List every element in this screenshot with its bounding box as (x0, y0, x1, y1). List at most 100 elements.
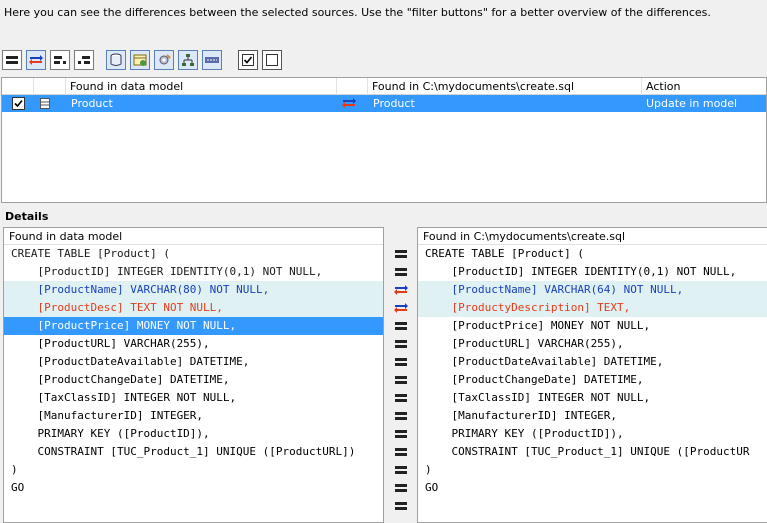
equal-icon (394, 482, 408, 494)
code-line[interactable]: ) (418, 461, 767, 479)
table-icon (40, 98, 50, 109)
code-line[interactable]: [ProductID] INTEGER IDENTITY(0,1) NOT NU… (4, 263, 383, 281)
row-action: Update in model (646, 97, 738, 110)
header-file[interactable]: Found in C:\mydocuments\create.sql (368, 78, 642, 95)
header-model[interactable]: Found in data model (66, 78, 337, 95)
tree-icon[interactable] (178, 50, 198, 70)
equal-icon (394, 410, 408, 422)
code-text: [ManufacturerID] INTEGER, (11, 409, 204, 422)
code-line[interactable]: [ProductID] INTEGER IDENTITY(0,1) NOT NU… (418, 263, 767, 281)
code-line[interactable]: [ManufacturerID] INTEGER, (418, 407, 767, 425)
only-left-filter-icon[interactable] (50, 50, 70, 70)
code-line[interactable]: [TaxClassID] INTEGER NOT NULL, (4, 389, 383, 407)
equal-icon (394, 356, 408, 368)
differences-filter-icon[interactable] (26, 50, 46, 70)
code-line-changed[interactable]: [ProductName] VARCHAR(80) NOT NULL, (4, 281, 383, 299)
code-text: [ProductURL] VARCHAR(255), (425, 337, 624, 350)
equal-icon (394, 500, 408, 512)
equal-icon (394, 446, 408, 458)
code-text: [ProductName] VARCHAR(64) NOT NULL, (425, 283, 684, 296)
code-line[interactable]: [ProductPrice] MONEY NOT NULL, (418, 317, 767, 335)
code-text: PRIMARY KEY ([ProductID]), (11, 427, 210, 440)
equal-icon (394, 428, 408, 440)
code-text: ) (11, 463, 18, 476)
equal-icon (394, 266, 408, 278)
right-code-pane[interactable]: Found in C:\mydocuments\create.sql CREAT… (417, 227, 767, 523)
code-text: CREATE TABLE [Product] ( (425, 247, 584, 260)
table-icon[interactable] (130, 50, 150, 70)
code-line-selected[interactable]: [ProductPrice] MONEY NOT NULL, (4, 317, 383, 335)
code-text: CONSTRAINT [TUC_Product_1] UNIQUE ([Prod… (11, 445, 356, 458)
code-line[interactable]: [ProductDateAvailable] DATETIME, (4, 353, 383, 371)
equal-icon (394, 374, 408, 386)
row-checkbox[interactable] (12, 97, 25, 110)
code-line[interactable]: [ProductDateAvailable] DATETIME, (418, 353, 767, 371)
different-icon (342, 97, 356, 114)
table-row[interactable]: Product Product Update in model (2, 95, 766, 112)
code-line[interactable]: ) (4, 461, 383, 479)
code-text: ) (425, 463, 432, 476)
code-line-changed[interactable]: [ProductDesc] TEXT NOT NULL, (4, 299, 383, 317)
code-line[interactable]: PRIMARY KEY ([ProductID]), (4, 425, 383, 443)
header-icon-col (34, 78, 66, 95)
differences-grid: Found in data model Found in C:\mydocume… (1, 77, 767, 203)
code-line[interactable]: PRIMARY KEY ([ProductID]), (418, 425, 767, 443)
code-text: [ProductPrice] MONEY NOT NULL, (11, 319, 237, 332)
header-action[interactable]: Action (642, 78, 767, 95)
details-label: Details (5, 210, 49, 223)
code-line[interactable]: CREATE TABLE [Product] ( (4, 245, 383, 263)
right-pane-title: Found in C:\mydocuments\create.sql (418, 228, 767, 245)
code-text: [TaxClassID] INTEGER NOT NULL, (425, 391, 651, 404)
equal-filter-icon[interactable] (2, 50, 22, 70)
grid-header: Found in data model Found in C:\mydocume… (2, 78, 766, 95)
code-text: [ProductDateAvailable] DATETIME, (425, 355, 664, 368)
equal-icon (394, 320, 408, 332)
row-model-name: Product (71, 97, 113, 110)
code-line-changed[interactable]: [ProductyDescription] TEXT, (418, 299, 767, 317)
different-icon (394, 302, 408, 314)
code-line[interactable]: [ProductURL] VARCHAR(255), (418, 335, 767, 353)
only-right-filter-icon[interactable] (74, 50, 94, 70)
code-text: [TaxClassID] INTEGER NOT NULL, (11, 391, 237, 404)
intro-text: Here you can see the differences between… (4, 6, 711, 19)
code-text: GO (11, 481, 25, 494)
code-line[interactable]: CONSTRAINT [TUC_Product_1] UNIQUE ([Prod… (418, 443, 767, 461)
code-text: [ProductURL] VARCHAR(255), (11, 337, 210, 350)
code-line-changed[interactable]: [ProductName] VARCHAR(64) NOT NULL, (418, 281, 767, 299)
equal-icon (394, 464, 408, 476)
code-text: CONSTRAINT [TUC_Product_1] UNIQUE ([Prod… (425, 445, 750, 458)
header-status-col (337, 78, 368, 95)
code-text: GO (425, 481, 439, 494)
code-text: [ProductDesc] TEXT NOT NULL, (11, 301, 223, 314)
code-line[interactable]: CREATE TABLE [Product] ( (418, 245, 767, 263)
code-text: [ProductID] INTEGER IDENTITY(0,1) NOT NU… (425, 265, 737, 278)
code-text: [ManufacturerID] INTEGER, (425, 409, 618, 422)
code-text: [ProductID] INTEGER IDENTITY(0,1) NOT NU… (11, 265, 323, 278)
database-icon[interactable] (106, 50, 126, 70)
code-line[interactable]: [ProductChangeDate] DATETIME, (4, 371, 383, 389)
code-line[interactable]: CONSTRAINT [TUC_Product_1] UNIQUE ([Prod… (4, 443, 383, 461)
code-text: [ProductChangeDate] DATETIME, (425, 373, 644, 386)
code-text: [ProductyDescription] TEXT, (425, 301, 631, 314)
code-line[interactable]: [ProductChangeDate] DATETIME, (418, 371, 767, 389)
left-code-pane[interactable]: Found in data model CREATE TABLE [Produc… (3, 227, 384, 523)
code-line[interactable]: [ManufacturerID] INTEGER, (4, 407, 383, 425)
code-text: [ProductDateAvailable] DATETIME, (11, 355, 250, 368)
row-file-name: Product (373, 97, 415, 110)
left-pane-title: Found in data model (4, 228, 383, 245)
code-line[interactable]: GO (4, 479, 383, 497)
check-all-icon[interactable] (238, 50, 258, 70)
code-line[interactable]: [ProductURL] VARCHAR(255), (4, 335, 383, 353)
different-icon (394, 284, 408, 296)
equal-icon (394, 338, 408, 350)
comparison-gutter (385, 227, 416, 523)
code-text: [ProductChangeDate] DATETIME, (11, 373, 230, 386)
uncheck-all-icon[interactable] (262, 50, 282, 70)
equal-icon (394, 248, 408, 260)
settings-icon[interactable] (154, 50, 174, 70)
code-line[interactable]: [TaxClassID] INTEGER NOT NULL, (418, 389, 767, 407)
key-icon[interactable] (202, 50, 222, 70)
code-text: PRIMARY KEY ([ProductID]), (425, 427, 624, 440)
code-line[interactable]: GO (418, 479, 767, 497)
code-text: CREATE TABLE [Product] ( (11, 247, 170, 260)
